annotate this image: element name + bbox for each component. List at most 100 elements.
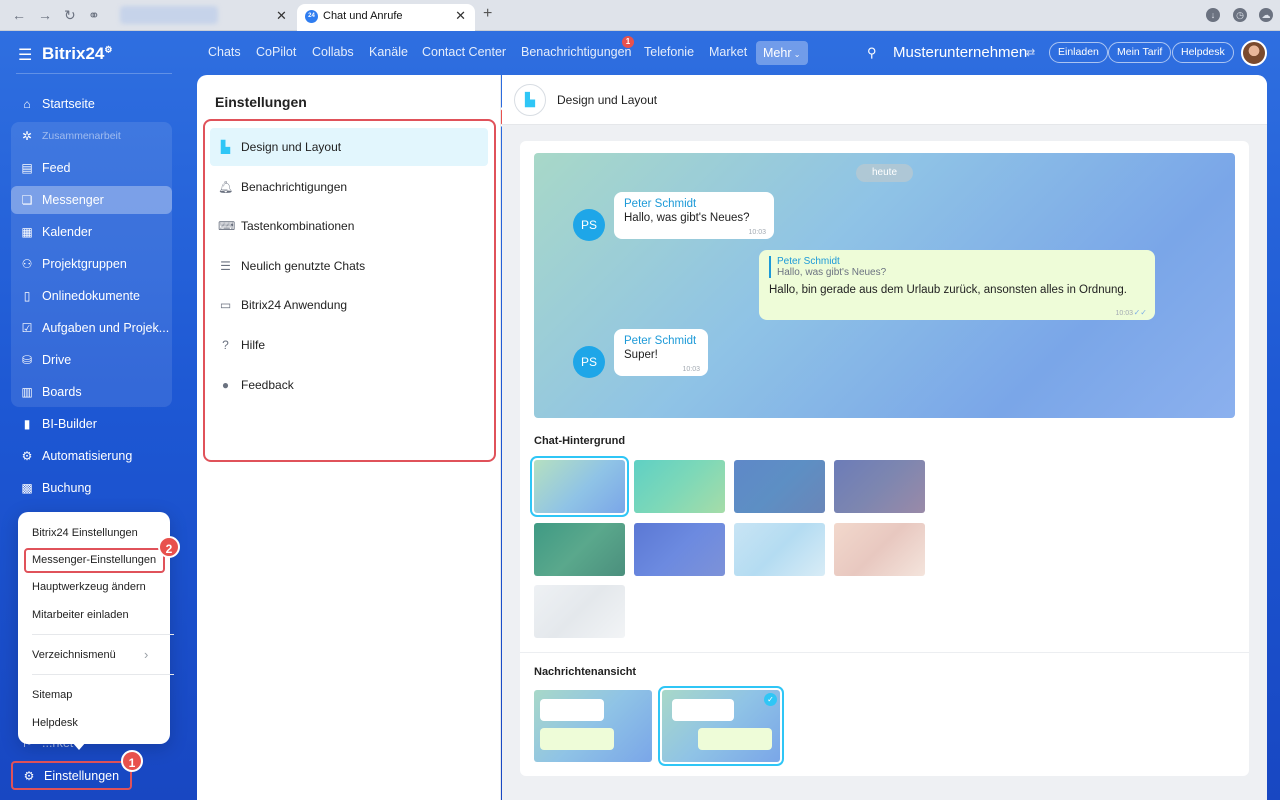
nav-telefonie[interactable]: Telefonie (644, 45, 694, 59)
new-tab-icon[interactable]: + (483, 5, 492, 23)
sidebar-item-boards[interactable]: ▥ Boards (11, 378, 172, 406)
sidebar-item-label: Feed (42, 161, 71, 175)
preview-bubble (540, 699, 604, 721)
nav-chats[interactable]: Chats (208, 45, 241, 59)
sidebar-item-aufgaben[interactable]: ☑ Aufgaben und Projek... (11, 314, 172, 342)
sidebar-item-einstellungen[interactable]: ⚙ Einstellungen (11, 761, 132, 790)
sidebar-item-automatisierung[interactable]: ⚙ Automatisierung (11, 442, 172, 470)
sidebar-item-label: Kalender (42, 225, 93, 239)
settings-title: Einstellungen (215, 94, 307, 110)
nav-kanaele[interactable]: Kanäle (369, 45, 408, 59)
background-swatch[interactable] (834, 460, 925, 513)
boards-icon: ▥ (21, 385, 33, 399)
background-swatch[interactable] (534, 585, 625, 638)
sidebar-item-label: Automatisierung (42, 449, 133, 463)
bitrix-logo[interactable]: Bitrix24⚙ (42, 44, 112, 64)
chevron-right-icon: › (144, 647, 149, 662)
sidebar-item-buchung[interactable]: ▩ Buchung (11, 474, 172, 502)
nav-contact-center[interactable]: Contact Center (422, 45, 506, 59)
background-swatch[interactable] (530, 456, 629, 517)
sender-avatar: PS (573, 209, 605, 241)
sidebar-item-label: Projektgruppen (42, 257, 127, 271)
groups-icon: ⚇ (21, 257, 33, 271)
calendar-icon: ▦ (21, 225, 33, 239)
history-icon[interactable]: ◷ (1233, 8, 1247, 22)
menu-item-invite-employees[interactable]: Mitarbeiter einladen (32, 609, 129, 621)
my-tariff-button[interactable]: Mein Tarif (1108, 42, 1172, 63)
menu-item-bitrix-settings[interactable]: Bitrix24 Einstellungen (32, 527, 138, 539)
menu-item-sitemap[interactable]: Sitemap (32, 689, 72, 701)
cloud-icon[interactable]: ☁ (1259, 8, 1273, 22)
sidebar-item-startseite[interactable]: ⌂ Startseite (11, 90, 172, 118)
menu-item-change-main-tool[interactable]: Hauptwerkzeug ändern (32, 581, 146, 593)
sidebar-item-onlinedokumente[interactable]: ▯ Onlinedokumente (11, 282, 172, 310)
nav-collabs[interactable]: Collabs (312, 45, 354, 59)
background-swatch[interactable] (534, 523, 625, 576)
sidebar-item-label: Zusammenarbeit (42, 130, 121, 142)
sidebar-item-drive[interactable]: ⛁ Drive (11, 346, 172, 374)
step-badge-1: 1 (121, 750, 143, 772)
message-time: 10:03 (748, 229, 766, 236)
nav-more-label: Mehr (763, 46, 792, 60)
message-text: Super! (624, 349, 658, 361)
home-icon: ⌂ (23, 97, 31, 111)
quote-name: Peter Schmidt (777, 256, 840, 267)
sidebar-item-kalender[interactable]: ▦ Kalender (11, 218, 172, 246)
company-name[interactable]: Musterunternehmen (893, 44, 1027, 61)
message-text: Hallo, was gibt's Neues? (624, 212, 750, 224)
settings-popup-menu: Bitrix24 Einstellungen Messenger-Einstel… (18, 512, 174, 744)
user-avatar[interactable] (1241, 40, 1267, 66)
tab-title: Chat und Anrufe (323, 10, 403, 22)
preview-bubble (672, 699, 734, 721)
forward-icon[interactable]: → (38, 7, 52, 23)
sidebar-item-label: Onlinedokumente (42, 289, 140, 303)
search-icon[interactable]: ⚲ (867, 45, 877, 61)
reload-icon[interactable]: ↻ (64, 7, 76, 23)
switch-icon[interactable]: ⇄ (1026, 46, 1035, 59)
background-swatch[interactable] (634, 523, 725, 576)
message-time: 10:03 (682, 366, 700, 373)
nav-more-button[interactable]: Mehr ⌄ (756, 41, 808, 65)
background-swatch[interactable] (834, 523, 925, 576)
message-bubble-outgoing: Peter Schmidt Hallo, was gibt's Neues? H… (759, 250, 1155, 320)
menu-item-helpdesk[interactable]: Helpdesk (32, 717, 78, 729)
chevron-down-icon: ⌄ (791, 50, 801, 59)
close-tab-icon[interactable]: ✕ (276, 8, 287, 24)
invite-button[interactable]: Einladen (1049, 42, 1108, 63)
browser-tab-blurred[interactable] (120, 6, 218, 24)
close-tab-icon[interactable]: ✕ (455, 8, 466, 24)
notification-count-badge: 1 (622, 36, 634, 48)
browser-tab-active[interactable]: 24 Chat und Anrufe ✕ (297, 4, 475, 31)
preview-bubble (698, 728, 772, 750)
background-swatch[interactable] (634, 460, 725, 513)
quote-text: Hallo, was gibt's Neues? (777, 267, 887, 278)
message-view-option-selected[interactable] (658, 686, 784, 766)
background-swatch[interactable] (734, 523, 825, 576)
sender-name: Peter Schmidt (624, 198, 697, 210)
sidebar-divider (16, 73, 172, 74)
step-badge-2: 2 (158, 536, 180, 558)
download-icon[interactable]: ↓ (1206, 8, 1220, 22)
helpdesk-button[interactable]: Helpdesk (1172, 42, 1234, 63)
menu-burger-icon[interactable]: ☰ (18, 45, 32, 65)
nav-benachrichtigungen[interactable]: Benachrichtigungen (521, 45, 632, 59)
preview-bubble (540, 728, 614, 750)
collab-icon: ✲ (21, 129, 33, 143)
drive-icon: ⛁ (21, 353, 33, 367)
link-icon[interactable]: ⚭ (88, 7, 100, 23)
sidebar-item-projektgruppen[interactable]: ⚇ Projektgruppen (11, 250, 172, 278)
sidebar-item-messenger[interactable]: ❏ Messenger (11, 186, 172, 214)
design-title: Design und Layout (557, 93, 658, 107)
gear-icon: ⚙ (23, 768, 35, 783)
sidebar-item-zusammenarbeit[interactable]: ✲ Zusammenarbeit (11, 122, 172, 150)
nav-copilot[interactable]: CoPilot (256, 45, 296, 59)
sidebar-item-bi-builder[interactable]: ▮ BI-Builder (11, 410, 172, 438)
sender-name: Peter Schmidt (624, 335, 697, 347)
back-icon[interactable]: ← (12, 7, 26, 23)
sidebar-item-feed[interactable]: ▤ Feed (11, 154, 172, 182)
menu-item-directory[interactable]: Verzeichnismenü (32, 649, 116, 661)
browser-chrome: ← → ↻ ⚭ ✕ 24 Chat und Anrufe ✕ + ↓ ◷ ☁ (0, 0, 1280, 31)
nav-market[interactable]: Market (709, 45, 747, 59)
background-swatch[interactable] (734, 460, 825, 513)
message-view-option[interactable] (534, 690, 652, 762)
